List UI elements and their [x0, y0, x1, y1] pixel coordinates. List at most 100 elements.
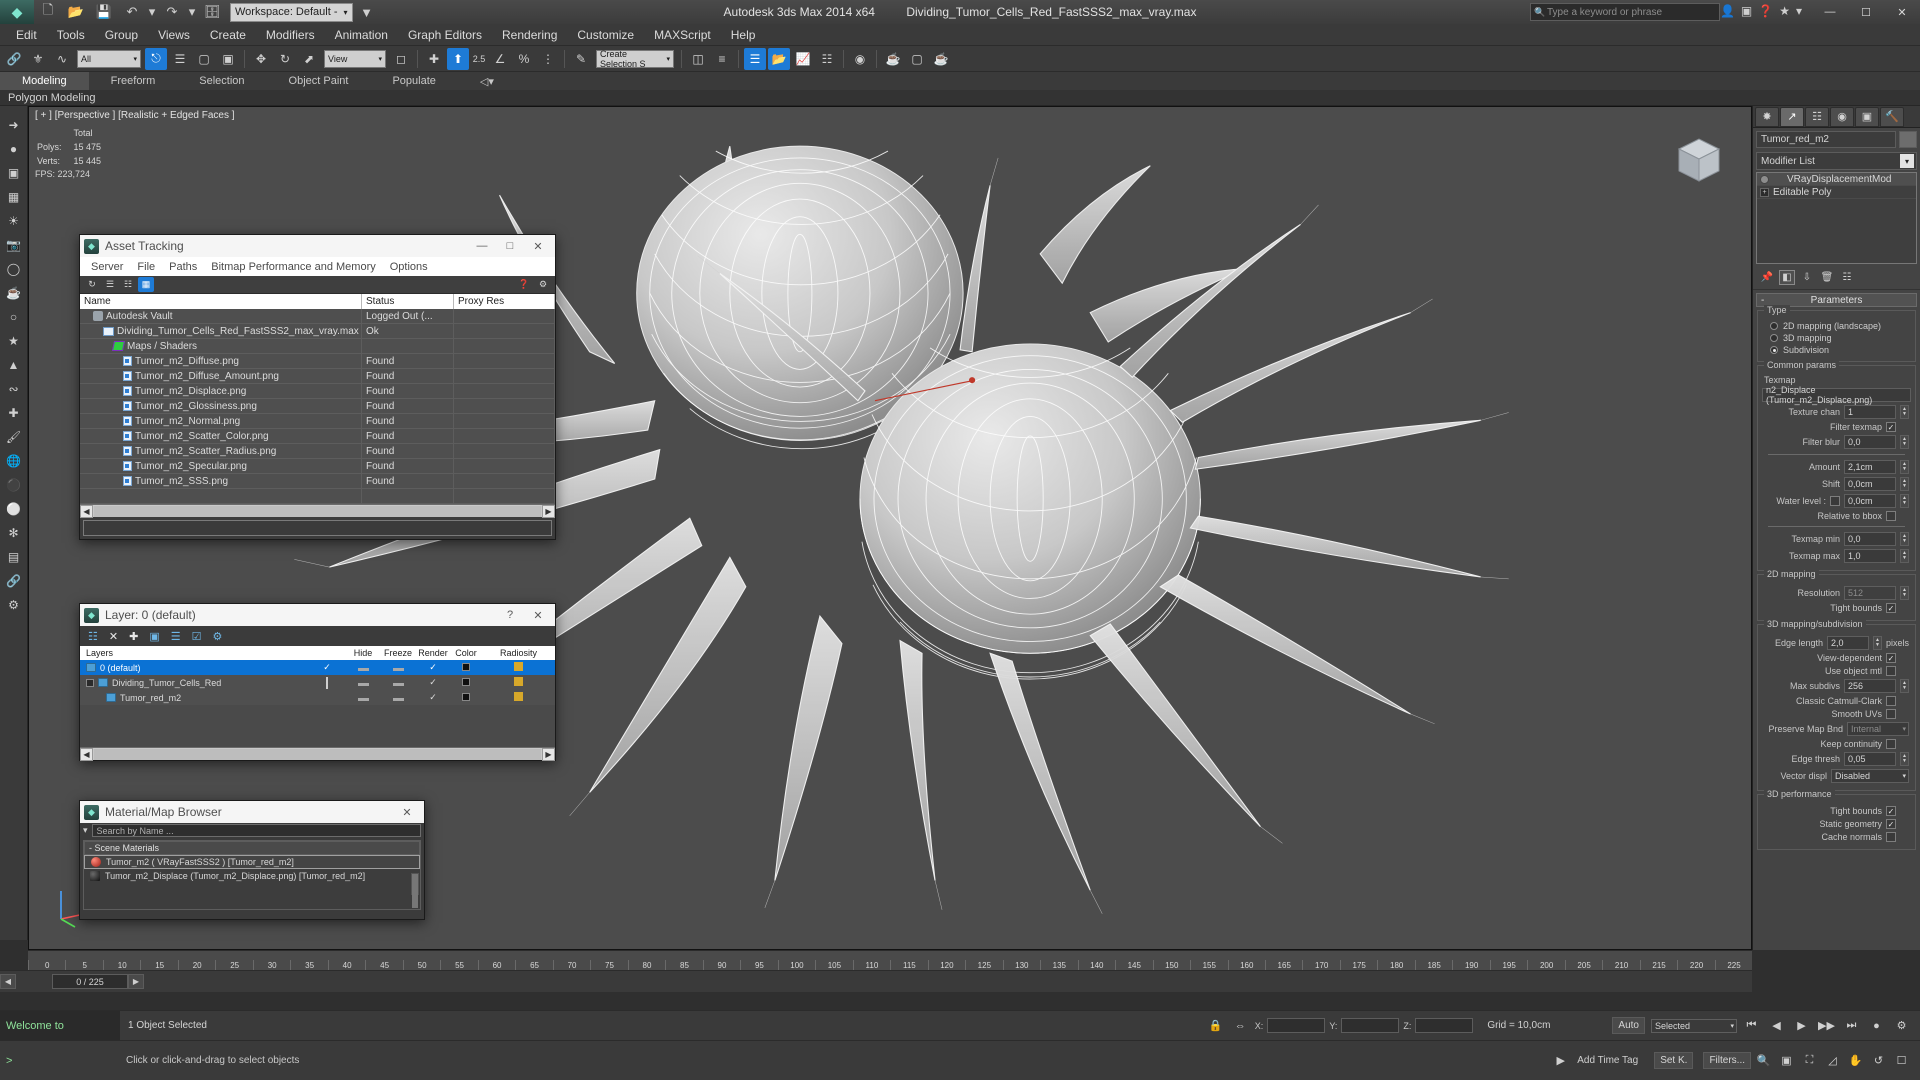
scroll-right-icon[interactable]: ▶ — [542, 747, 555, 761]
refresh-icon[interactable]: ↻ — [84, 277, 100, 292]
lt-cylinder-icon[interactable]: ◯ — [3, 258, 25, 280]
table-row[interactable]: Tumor_m2_Diffuse.png Found — [80, 354, 555, 369]
list-item[interactable]: Dividing_Tumor_Cells_Red ✓ — [80, 675, 555, 690]
texmap-field[interactable]: n2_Displace (Tumor_m2_Displace.png) — [1762, 385, 1911, 405]
scene-materials-group[interactable]: - Scene Materials — [84, 841, 420, 855]
layer-table[interactable]: Layers Hide Freeze Render Color Radiosit… — [80, 646, 555, 761]
radiosity-cell[interactable] — [482, 677, 555, 688]
col-render[interactable]: Render — [416, 646, 450, 660]
tight-bounds-2d-checkbox[interactable]: ✓ — [1886, 603, 1896, 613]
keep-continuity-checkbox[interactable] — [1886, 739, 1896, 749]
display-tab-icon[interactable]: ▣ — [1855, 106, 1879, 127]
select-and-move-icon[interactable]: ✥ — [250, 48, 272, 70]
configure-modifier-sets-icon[interactable]: ☷ — [1839, 270, 1855, 285]
make-unique-icon[interactable]: ⇩ — [1799, 270, 1815, 285]
current-cell[interactable]: ✓ — [308, 662, 346, 673]
asset-table-hscrollbar[interactable]: ◀ ▶ — [80, 504, 555, 518]
at-menu-server[interactable]: Server — [84, 260, 130, 274]
menu-item-modifiers[interactable]: Modifiers — [256, 26, 325, 44]
hide-cell[interactable] — [346, 663, 380, 673]
maxscript-mini-listener[interactable]: > — [0, 1055, 120, 1067]
spinner-icon[interactable]: ▲ ▼ — [1900, 549, 1909, 563]
save-file-icon[interactable]: 💾 — [91, 2, 117, 22]
select-by-name-icon[interactable]: ☰ — [169, 48, 191, 70]
classic-catmull-checkbox[interactable] — [1886, 696, 1896, 706]
play-icon[interactable]: ▶ — [1792, 1016, 1811, 1035]
render-cell[interactable]: ✓ — [416, 677, 450, 688]
texmap-min-field[interactable]: 0,0 — [1844, 532, 1896, 546]
menu-item-views[interactable]: Views — [148, 26, 200, 44]
smooth-uvs-checkbox[interactable] — [1886, 709, 1896, 719]
expand-icon[interactable]: + — [1760, 187, 1769, 197]
table-row[interactable]: Tumor_m2_Normal.png Found — [80, 414, 555, 429]
table-row[interactable]: Tumor_m2_Glossiness.png Found — [80, 399, 555, 414]
list-view-icon[interactable]: ☰ — [102, 277, 118, 292]
modifier-list-dropdown[interactable]: Modifier List ▾ — [1756, 152, 1917, 170]
lt-brush-icon[interactable]: 🖌 — [3, 426, 25, 448]
lt-light-icon[interactable]: ☀ — [3, 210, 25, 232]
hierarchy-tab-icon[interactable]: ☷ — [1805, 106, 1829, 127]
object-color-swatch[interactable] — [1899, 131, 1917, 148]
menu-icon[interactable]: ▾ — [1796, 4, 1802, 18]
select-objects-in-layer-icon[interactable]: ▣ — [149, 630, 159, 643]
lt-util-icon[interactable]: ⚙ — [3, 594, 25, 616]
at-menu-bitmap[interactable]: Bitmap Performance and Memory — [204, 260, 382, 274]
at-menu-paths[interactable]: Paths — [162, 260, 204, 274]
tab-freeform[interactable]: Freeform — [89, 72, 178, 90]
spinner-snap-toggle-icon[interactable]: ⋮ — [537, 48, 559, 70]
layer-properties-icon[interactable]: ⚙ — [212, 630, 222, 643]
render-production-icon[interactable]: ☕ — [930, 48, 952, 70]
signin-icon[interactable]: 👤 — [1720, 4, 1735, 18]
render-cell[interactable]: ✓ — [416, 662, 450, 673]
pan-view-icon[interactable]: ✋ — [1846, 1051, 1865, 1070]
tab-populate[interactable]: Populate — [370, 72, 457, 90]
redo-icon[interactable]: ↷ — [159, 2, 185, 22]
hide-cell[interactable] — [346, 678, 380, 688]
redo-dropdown-icon[interactable]: ▾ — [187, 2, 197, 22]
radio-subdivision[interactable]: Subdivision — [1770, 345, 1911, 355]
auto-key-button[interactable]: Auto — [1612, 1017, 1645, 1034]
at-menu-file[interactable]: File — [130, 260, 162, 274]
motion-tab-icon[interactable]: ◉ — [1830, 106, 1854, 127]
key-filter-combo[interactable]: Selected ▾ — [1651, 1018, 1737, 1033]
table-row[interactable]: Dividing_Tumor_Cells_Red_FastSSS2_max_vr… — [80, 324, 555, 339]
add-time-tag-icon[interactable]: ▶ — [1551, 1051, 1570, 1070]
spinner-icon[interactable]: ▲ ▼ — [1900, 460, 1909, 474]
edge-length-field[interactable]: 2,0 — [1826, 636, 1869, 650]
table-row[interactable]: Tumor_m2_Scatter_Color.png Found — [80, 429, 555, 444]
material-list-scrollbar[interactable] — [411, 873, 419, 908]
modifier-stack[interactable]: VRayDisplacementMod + Editable Poly — [1756, 172, 1917, 264]
table-row[interactable]: Tumor_m2_Displace.png Found — [80, 384, 555, 399]
close-button[interactable]: ✕ — [1884, 0, 1920, 24]
current-cell[interactable] — [308, 676, 346, 689]
col-name[interactable]: Name — [80, 294, 362, 309]
perf-tight-bounds-checkbox[interactable]: ✓ — [1886, 806, 1896, 816]
time-config-icon[interactable]: ⚙ — [1892, 1016, 1911, 1035]
menu-item-group[interactable]: Group — [95, 26, 148, 44]
radio-2d-mapping[interactable]: 2D mapping (landscape) — [1770, 321, 1911, 331]
schematic-view-icon[interactable]: ☷ — [816, 48, 838, 70]
table-row[interactable]: Autodesk Vault Logged Out (... — [80, 309, 555, 324]
menu-item-customize[interactable]: Customize — [567, 26, 644, 44]
vector-displ-combo[interactable]: Disabled ▾ — [1831, 769, 1909, 783]
hide-cell[interactable] — [346, 693, 380, 703]
render-setup-icon[interactable]: ☕ — [882, 48, 904, 70]
amount-field[interactable]: 2,1cm — [1844, 460, 1896, 474]
list-item[interactable]: Tumor_red_m2 ✓ — [80, 690, 555, 705]
create-new-layer-icon[interactable]: ☷ — [88, 630, 98, 643]
workspace-more-icon[interactable]: ▼ — [354, 2, 380, 22]
create-tab-icon[interactable]: ✸ — [1755, 106, 1779, 127]
freeze-cell[interactable] — [380, 678, 416, 688]
window-crossing-icon[interactable]: ▣ — [217, 48, 239, 70]
menu-item-help[interactable]: Help — [721, 26, 766, 44]
scroll-left-icon[interactable]: ◀ — [80, 747, 93, 761]
table-row[interactable]: Tumor_m2_SSS.png Found — [80, 474, 555, 489]
material-item-tumor-m2-displace[interactable]: Tumor_m2_Displace (Tumor_m2_Displace.png… — [84, 869, 420, 883]
max-subdivs-field[interactable]: 256 — [1844, 679, 1896, 693]
asset-tracking-close-button[interactable]: ✕ — [525, 236, 551, 256]
filter-blur-field[interactable]: 0,0 — [1844, 435, 1896, 449]
mirror-icon[interactable]: ◫ — [687, 48, 709, 70]
spinner-icon[interactable]: ▲ ▼ — [1900, 494, 1909, 508]
render-cell[interactable]: ✓ — [416, 692, 450, 703]
material-browser-close-button[interactable]: ✕ — [394, 802, 420, 822]
